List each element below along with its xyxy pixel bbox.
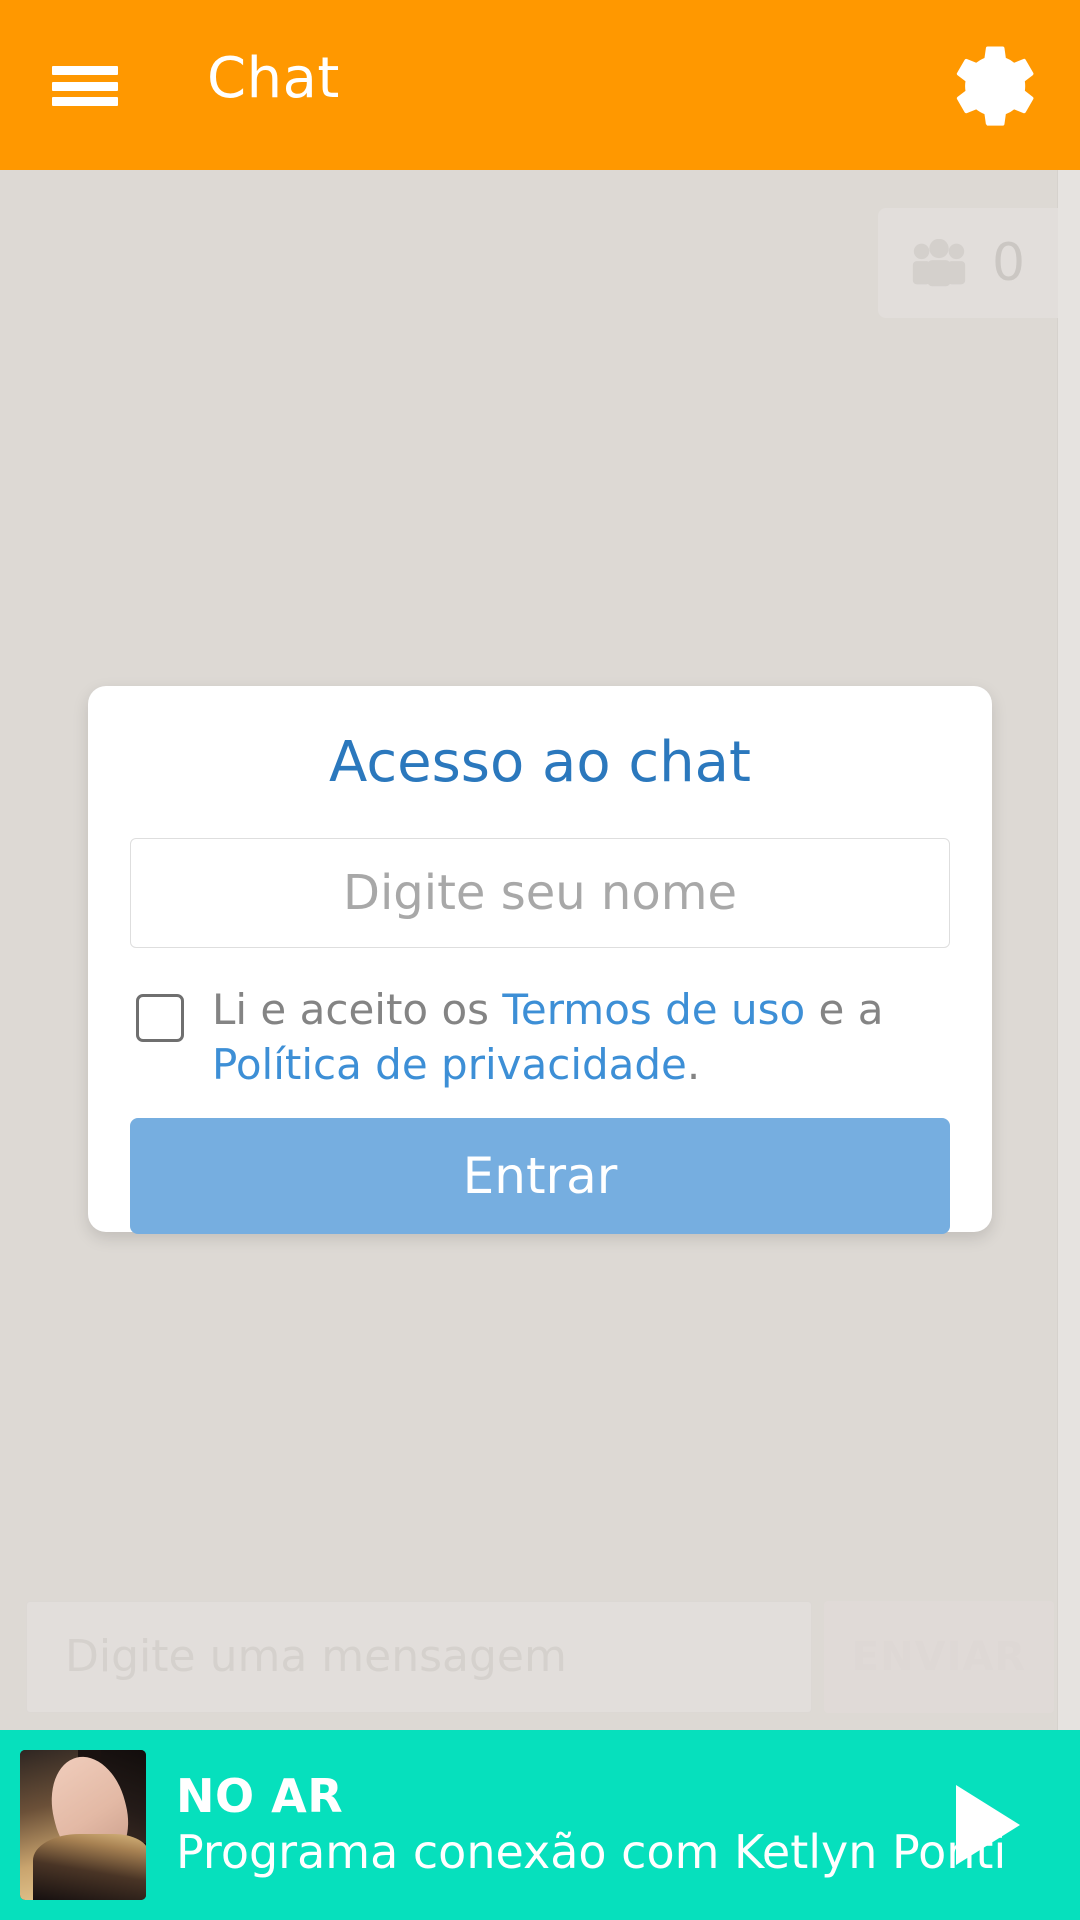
terms-prefix: Li e aceito os bbox=[212, 984, 503, 1034]
terms-checkbox[interactable] bbox=[136, 993, 184, 1042]
name-input-placeholder: Digite seu nome bbox=[342, 864, 737, 921]
settings-button[interactable] bbox=[942, 38, 1038, 134]
send-message-button[interactable]: ENVIAR bbox=[824, 1601, 1054, 1713]
play-icon bbox=[956, 1785, 1020, 1865]
chat-login-modal: Acesso ao chat Digite seu nome Li e acei… bbox=[88, 686, 992, 1235]
player-info: NO AR Programa conexão com Ketlyn Ponti bbox=[176, 1770, 1006, 1880]
page-title: Chat bbox=[207, 46, 340, 111]
enter-chat-button[interactable]: Entrar bbox=[130, 1118, 950, 1235]
enter-button-label: Entrar bbox=[462, 1147, 618, 1206]
terms-of-use-link[interactable]: Termos de uso bbox=[502, 985, 805, 1034]
online-users-badge: 0 bbox=[878, 208, 1058, 318]
terms-text: Li e aceito os Termos de uso e a Polític… bbox=[212, 982, 932, 1093]
terms-suffix: . bbox=[686, 1040, 701, 1090]
message-composer: Digite uma mensagem ENVIAR bbox=[0, 1598, 1080, 1730]
play-button[interactable] bbox=[952, 1783, 1022, 1867]
chat-area-divider bbox=[1057, 170, 1058, 1730]
message-input[interactable]: Digite uma mensagem bbox=[26, 1601, 812, 1713]
chat-scrollbar-track[interactable] bbox=[1058, 170, 1080, 1730]
chat-screen: 0 Digite uma mensagem ENVIAR Chat Acesso… bbox=[0, 0, 1080, 1920]
name-input[interactable]: Digite seu nome bbox=[130, 837, 950, 948]
program-thumbnail bbox=[20, 1750, 146, 1900]
radio-player-bar: NO AR Programa conexão com Ketlyn Ponti bbox=[0, 1730, 1080, 1920]
hamburger-bar bbox=[52, 66, 118, 75]
app-header: Chat bbox=[0, 0, 1080, 170]
hamburger-bar bbox=[52, 81, 118, 91]
terms-acceptance-row: Li e aceito os Termos de uso e a Polític… bbox=[130, 982, 950, 1093]
on-air-status: NO AR bbox=[176, 1768, 344, 1823]
modal-title: Acesso ao chat bbox=[329, 730, 751, 795]
terms-middle: e a bbox=[805, 984, 884, 1034]
gear-icon bbox=[956, 46, 1034, 126]
message-input-placeholder: Digite uma mensagem bbox=[65, 1631, 567, 1682]
online-users-count: 0 bbox=[992, 233, 1026, 293]
hamburger-menu-icon[interactable] bbox=[52, 66, 118, 106]
send-button-label: ENVIAR bbox=[851, 1634, 1027, 1680]
program-name: Programa conexão com Ketlyn Ponti bbox=[176, 1824, 1007, 1879]
users-group-icon bbox=[912, 239, 966, 287]
hamburger-bar bbox=[52, 97, 118, 106]
privacy-policy-link[interactable]: Política de privacidade bbox=[212, 1040, 687, 1089]
